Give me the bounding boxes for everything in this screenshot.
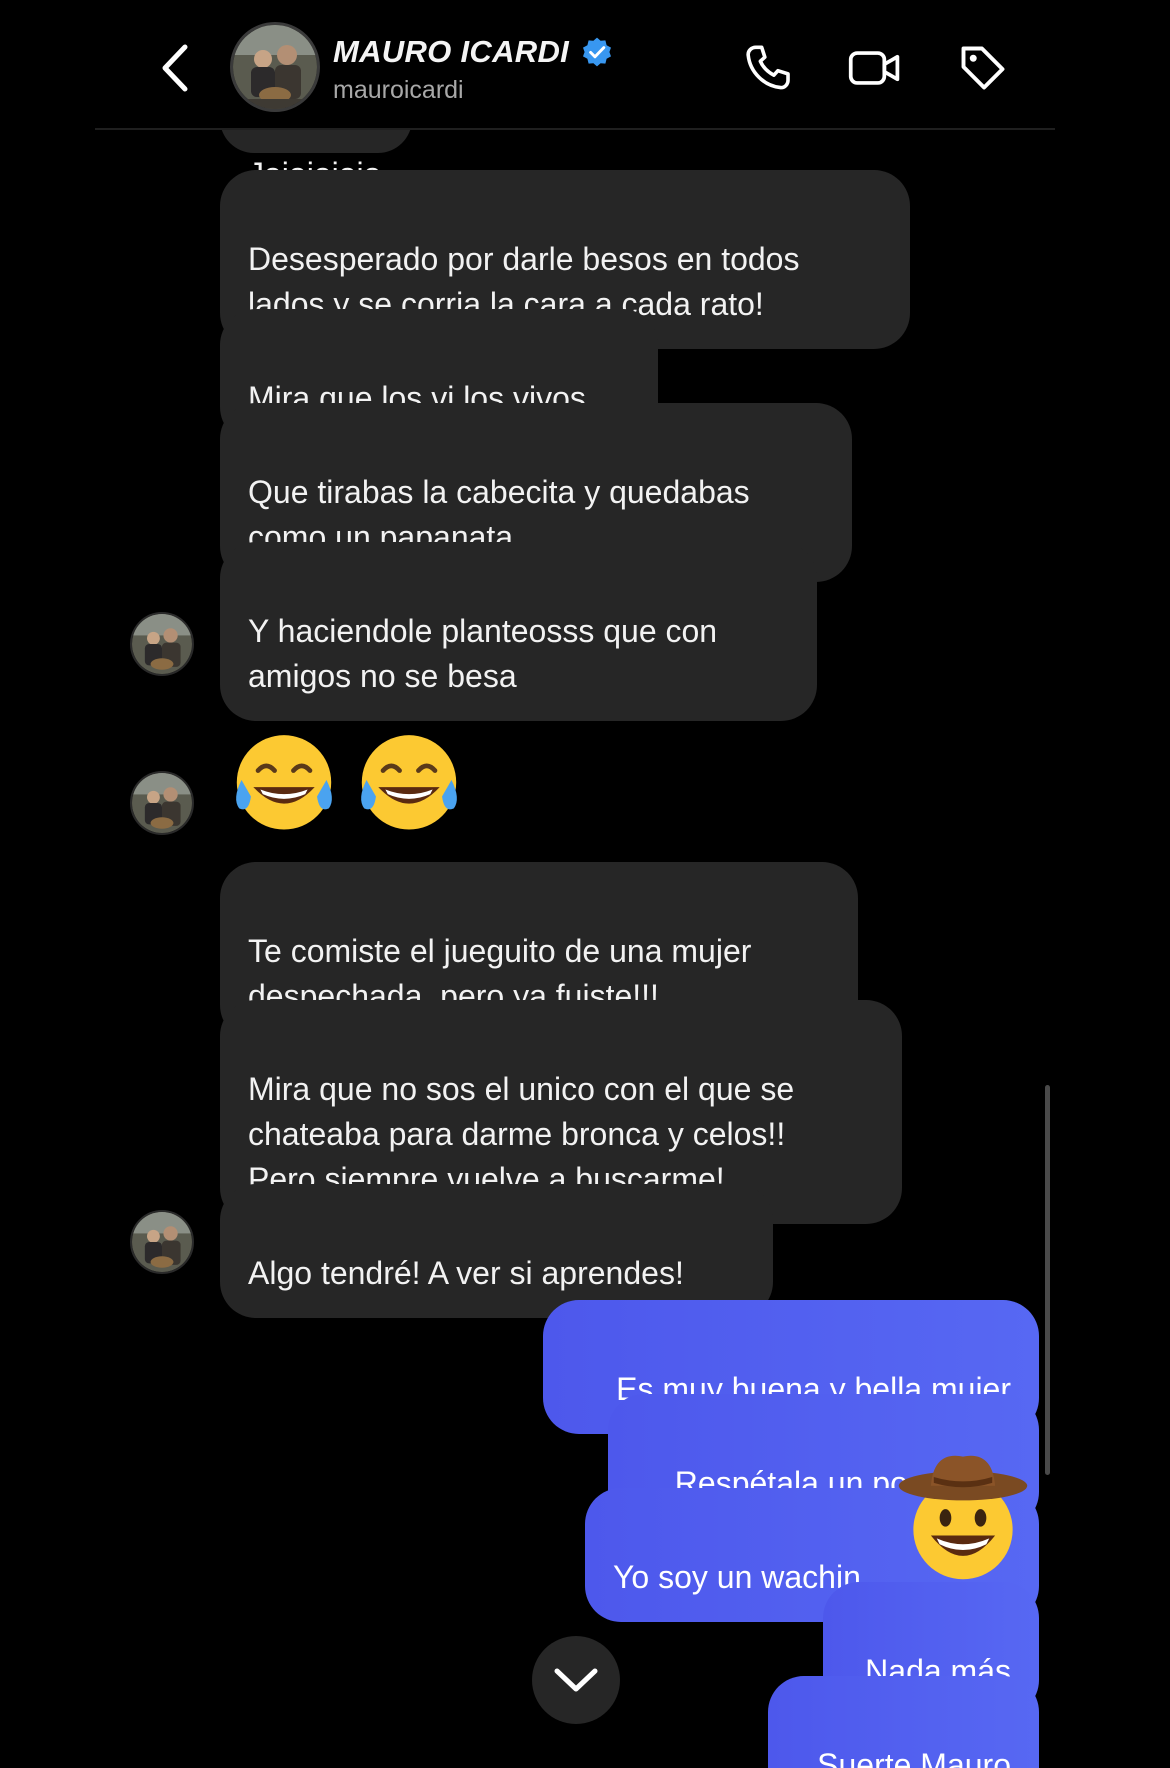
message-text: Algo tendré! A ver si aprendes! [248,1255,684,1291]
back-chevron-icon [162,44,188,92]
sender-avatar[interactable] [130,771,194,835]
avatar-photo [132,773,192,833]
message-bubble-outgoing[interactable]: Suerte Mauro [768,1676,1039,1768]
emoji-message[interactable]: 😂😂 [220,715,480,845]
contact-avatar[interactable] [230,22,320,112]
sender-avatar[interactable] [130,612,194,676]
tag-icon [961,46,1005,90]
chat-header: MAURO ICARDI mauroicardi [0,0,1170,130]
call-button[interactable] [740,40,796,96]
tears-of-joy-emoji-icon [236,735,332,830]
avatar-photo [132,614,192,674]
message-text: Suerte Mauro [817,1747,1011,1768]
scroll-to-bottom-button[interactable] [532,1636,620,1724]
video-call-button[interactable] [847,40,903,96]
message-text: Mira que no sos el unico con el que se c… [248,1071,795,1197]
scrollbar[interactable] [1045,1085,1050,1475]
phone-icon [746,45,790,90]
verified-badge-icon [583,37,612,67]
cowboy-face-emoji-icon [898,1455,1028,1580]
message-bubble-incoming[interactable]: Y haciendole planteosss que con amigos n… [220,542,817,721]
message-text: Y haciendole planteosss que con amigos n… [248,613,718,694]
chevron-down-icon [554,1668,598,1692]
avatar-photo [233,25,317,109]
tag-button[interactable] [955,40,1011,96]
sender-avatar[interactable] [130,1210,194,1274]
message-bubble-incoming[interactable]: Algo tendré! A ver si aprendes! [220,1184,773,1318]
message-bubble-partial[interactable]: Jajajajaja [220,130,412,192]
contact-handle[interactable]: mauroicardi [333,76,464,105]
tears-of-joy-emoji-icon [361,735,457,830]
contact-name[interactable]: MAURO ICARDI [333,34,569,70]
message-text: Yo soy un wachin [613,1559,861,1595]
back-button[interactable] [150,38,200,98]
avatar-photo [132,1212,192,1272]
message-thread[interactable]: Jajajajaja Desesperado por darle besos e… [0,130,1170,1768]
video-camera-icon [848,51,900,85]
contact-name-row[interactable]: MAURO ICARDI [333,30,613,74]
